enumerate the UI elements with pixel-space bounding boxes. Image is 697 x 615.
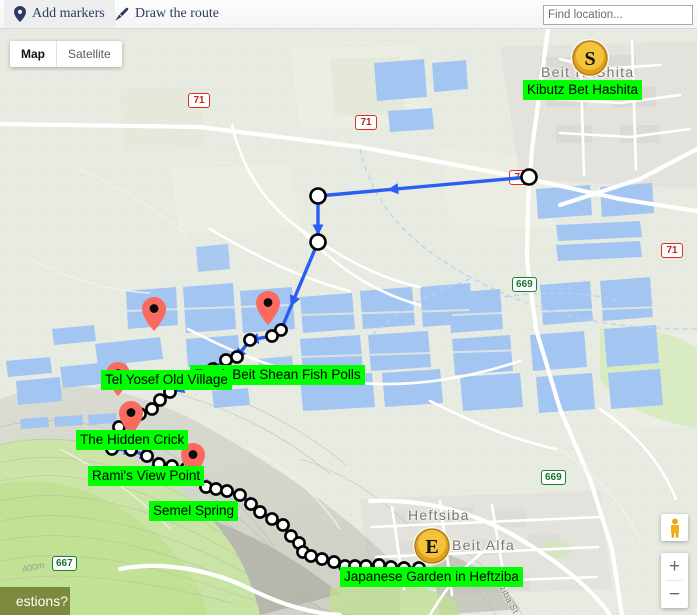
marker-label-ramis-view-point[interactable]: Rami's View Point (88, 466, 205, 486)
draw-route-label: Draw the route (135, 6, 219, 21)
road-shield-667: 667 (52, 556, 77, 571)
road-shield-71: 71 (355, 115, 377, 130)
map-type-map[interactable]: Map (10, 41, 56, 67)
marker-label-the-hidden-crick[interactable]: The Hidden Crick (76, 430, 189, 450)
map-base-tiles (0, 29, 697, 615)
paintbrush-icon (114, 7, 129, 22)
map-marker-pin-emek-beit-shean-fish-polls[interactable] (256, 291, 280, 325)
search-input[interactable] (543, 5, 693, 25)
search-container (543, 5, 693, 25)
marker-label-japanese-garden-in-heftziba[interactable]: Japanese Garden in Heftziba (340, 567, 523, 587)
red-pin-icon (256, 291, 280, 325)
map-pin-icon (14, 6, 26, 22)
zoom-in-button[interactable]: + (661, 553, 688, 580)
map-marker-badge-japanese-garden-in-heftziba[interactable]: E (412, 526, 452, 566)
red-pin-icon (142, 297, 166, 331)
gold-circle-marker-icon: S (571, 39, 609, 77)
feedback-tab[interactable]: estions? (0, 587, 70, 615)
map-application: Add markers Draw the route Find location… (0, 0, 697, 615)
gold-circle-marker-icon: E (413, 527, 451, 565)
zoom-control[interactable]: + − (661, 553, 688, 608)
road-shield-71: 71 (661, 243, 683, 258)
marker-label-semel-spring[interactable]: Semel Spring (149, 501, 239, 521)
map-type-control[interactable]: Map Satellite (10, 41, 122, 67)
map-marker-pin-tel-yosef-old-village[interactable] (142, 297, 166, 331)
marker-label-tel-yosef-old-village[interactable]: Tel Yosef Old Village (101, 370, 232, 390)
street-view-pegman-icon[interactable] (661, 514, 688, 541)
road-shield-71: 71 (188, 93, 210, 108)
zoom-out-button[interactable]: − (661, 581, 688, 608)
map-marker-badge-kibutz-bet-hashita[interactable]: S (570, 38, 610, 78)
road-shield-669: 669 (512, 277, 537, 292)
add-markers-label: Add markers (32, 6, 105, 21)
add-markers-button[interactable]: Add markers (4, 0, 115, 28)
map-type-satellite[interactable]: Satellite (57, 41, 122, 67)
road-shield-669: 669 (541, 470, 566, 485)
draw-route-button[interactable]: Draw the route (104, 0, 229, 28)
svg-text:S: S (584, 48, 595, 70)
svg-text:E: E (425, 536, 438, 558)
marker-label-kibutz-bet-hashita[interactable]: Kibutz Bet Hashita (523, 80, 643, 100)
map-canvas[interactable]: Map Satellite Beit HaShita Heftsiba Beit A… (0, 29, 697, 615)
top-toolbar: Add markers Draw the route (0, 0, 697, 29)
road-shield-71: 71 (509, 170, 531, 185)
